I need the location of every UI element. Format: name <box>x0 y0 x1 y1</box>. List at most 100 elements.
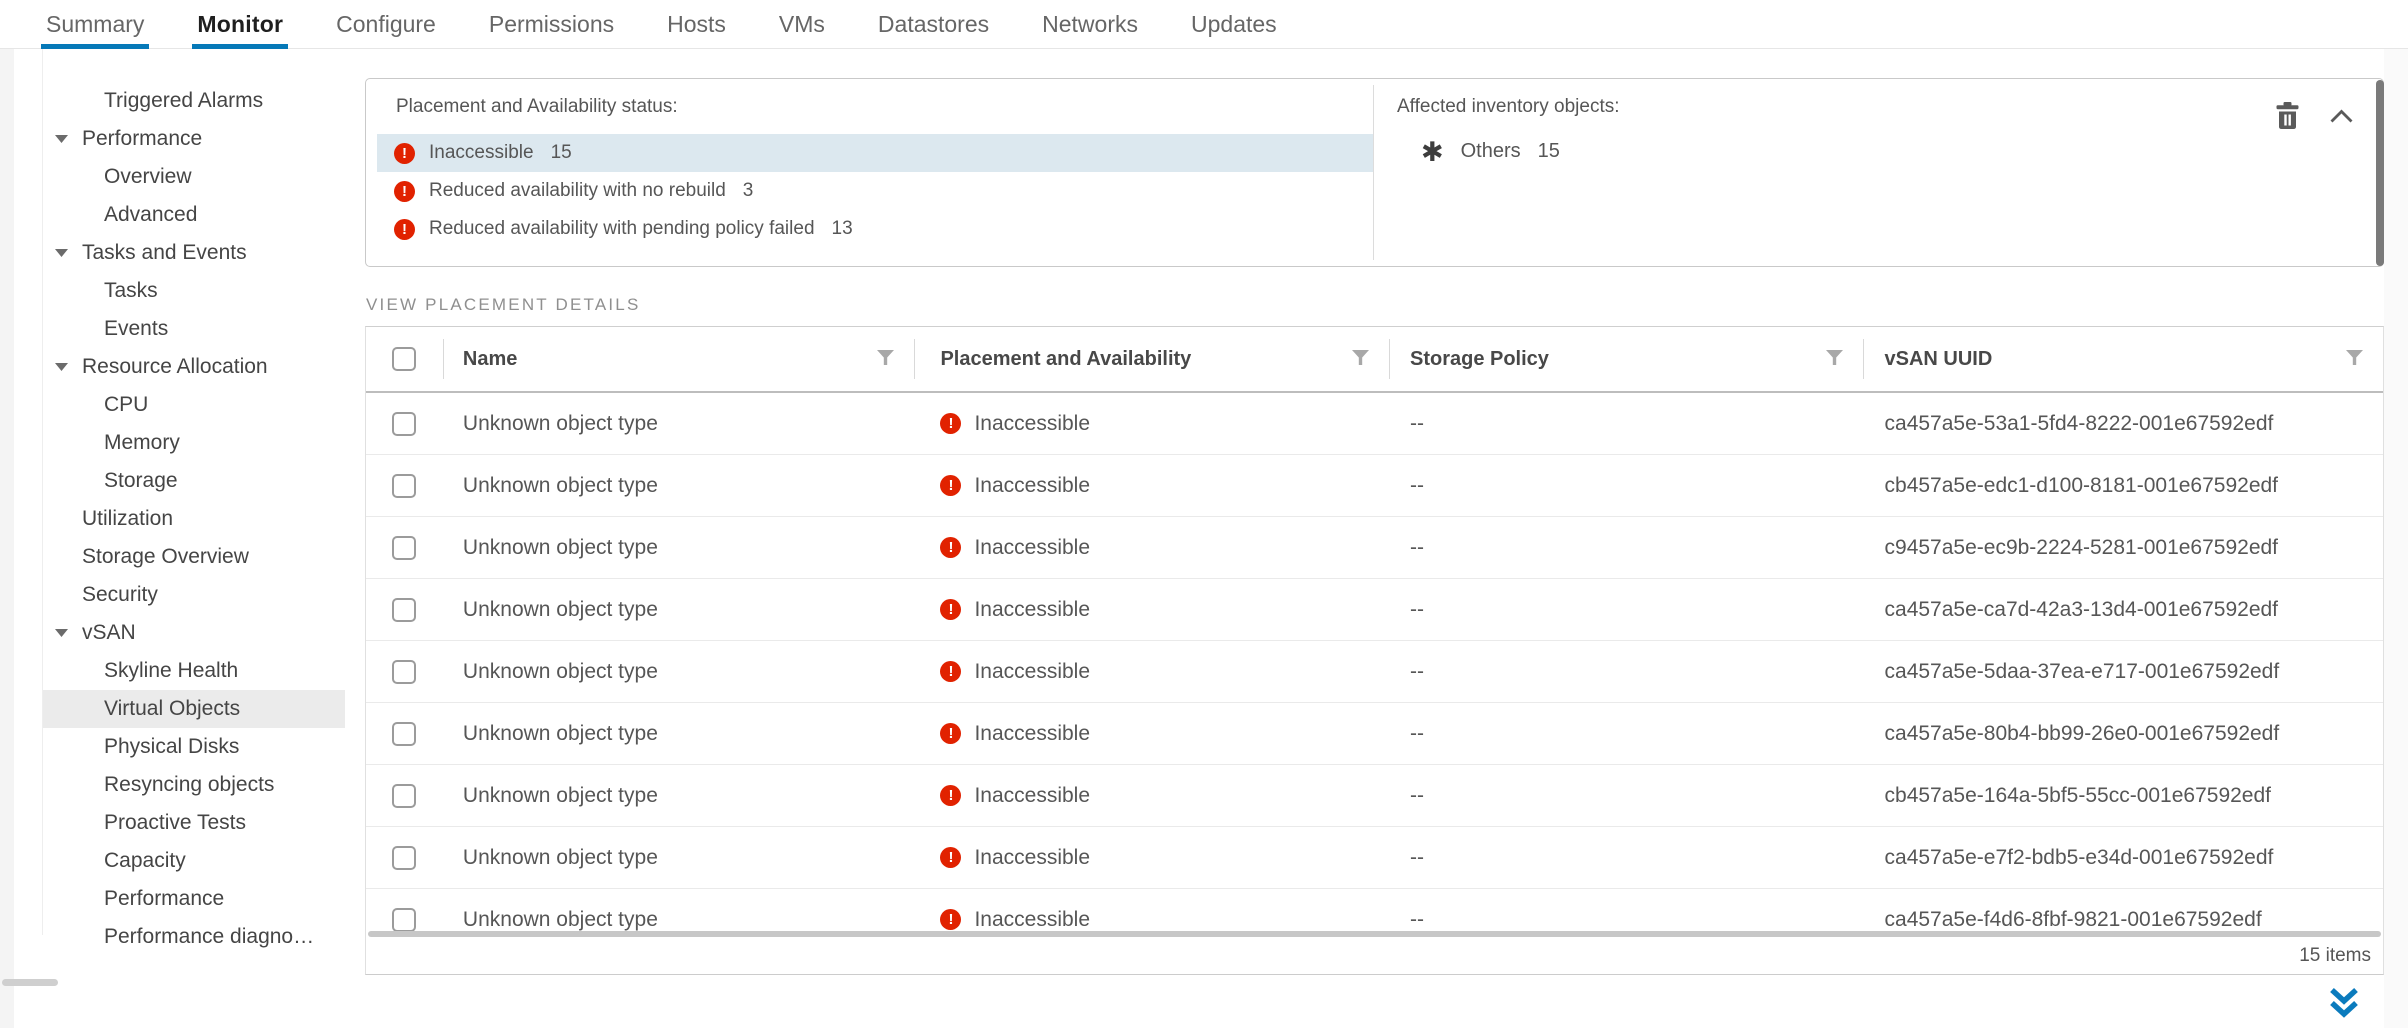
sidebar-item-triggered-alarms[interactable]: Triggered Alarms <box>42 82 345 120</box>
row-checkbox[interactable] <box>392 908 416 932</box>
error-icon <box>940 475 961 496</box>
placement-status-title: Placement and Availability status: <box>396 96 678 118</box>
tab-updates[interactable]: Updates <box>1191 0 1277 48</box>
storage-policy-cell: -- <box>1389 827 1863 888</box>
row-checkbox[interactable] <box>392 474 416 498</box>
column-header-storage-policy[interactable]: Storage Policy <box>1389 327 1863 391</box>
sidebar-item-capacity[interactable]: Capacity <box>42 842 345 880</box>
sidebar-item-resource-allocation[interactable]: Resource Allocation <box>42 348 345 386</box>
sidebar-item-utilization[interactable]: Utilization <box>42 500 345 538</box>
right-scrollbar-track[interactable] <box>2384 49 2408 1028</box>
sidebar-horizontal-scrollbar[interactable] <box>2 979 58 986</box>
caret-down-icon[interactable] <box>55 629 82 637</box>
sidebar-item-security[interactable]: Security <box>42 576 345 614</box>
sidebar-item-memory[interactable]: Memory <box>42 424 345 462</box>
placement-cell: Inaccessible <box>914 455 1389 516</box>
sidebar-item-cpu[interactable]: CPU <box>42 386 345 424</box>
tab-vms[interactable]: VMs <box>779 0 825 48</box>
table-row[interactable]: Unknown object typeInaccessible--cb457a5… <box>366 765 2383 827</box>
status-row-reduced-availability-with-no-rebuild[interactable]: Reduced availability with no rebuild3 <box>377 172 1373 210</box>
sidebar-item-label: CPU <box>104 393 148 417</box>
column-header-label: Placement and Availability <box>940 348 1339 371</box>
filter-icon[interactable] <box>877 348 894 371</box>
status-row-reduced-availability-with-pending-policy-failed[interactable]: Reduced availability with pending policy… <box>377 210 1373 248</box>
tab-configure[interactable]: Configure <box>336 0 436 48</box>
sidebar-item-skyline-health[interactable]: Skyline Health <box>42 652 345 690</box>
sidebar-item-performance[interactable]: Performance <box>42 880 345 918</box>
error-icon <box>394 219 415 240</box>
tab-summary[interactable]: Summary <box>46 0 144 48</box>
tab-monitor[interactable]: Monitor <box>197 0 283 48</box>
row-checkbox[interactable] <box>392 536 416 560</box>
tab-permissions[interactable]: Permissions <box>489 0 614 48</box>
table-row[interactable]: Unknown object typeInaccessible--c9457a5… <box>366 517 2383 579</box>
affected-others-row[interactable]: ✱ Others 15 <box>1421 138 1560 165</box>
name-cell: Unknown object type <box>443 703 915 764</box>
sidebar-item-storage-overview[interactable]: Storage Overview <box>42 538 345 576</box>
caret-down-icon[interactable] <box>55 135 82 143</box>
placement-cell: Inaccessible <box>914 641 1389 702</box>
table-row[interactable]: Unknown object typeInaccessible--cb457a5… <box>366 455 2383 517</box>
sidebar-item-storage[interactable]: Storage <box>42 462 345 500</box>
row-checkbox-cell <box>366 579 443 640</box>
row-checkbox[interactable] <box>392 846 416 870</box>
table-row[interactable]: Unknown object typeInaccessible--ca457a5… <box>366 703 2383 765</box>
status-label: Inaccessible <box>429 142 534 164</box>
sidebar-item-physical-disks[interactable]: Physical Disks <box>42 728 345 766</box>
filter-icon[interactable] <box>1352 348 1369 371</box>
placement-status-label: Inaccessible <box>974 660 1090 684</box>
error-icon <box>940 785 961 806</box>
row-checkbox-cell <box>366 703 443 764</box>
collapse-panel-button[interactable] <box>2328 108 2355 129</box>
tab-datastores[interactable]: Datastores <box>878 0 989 48</box>
sidebar-item-events[interactable]: Events <box>42 310 345 348</box>
row-checkbox[interactable] <box>392 412 416 436</box>
sidebar-item-virtual-objects[interactable]: Virtual Objects <box>42 690 345 728</box>
row-checkbox[interactable] <box>392 784 416 808</box>
sidebar-item-proactive-tests[interactable]: Proactive Tests <box>42 804 345 842</box>
column-header-name[interactable]: Name <box>443 327 915 391</box>
vertical-scrollbar-thumb[interactable] <box>2376 80 2384 266</box>
vsan-uuid-cell: ca457a5e-ca7d-42a3-13d4-001e67592edf <box>1863 579 2383 640</box>
sidebar-item-advanced[interactable]: Advanced <box>42 196 345 234</box>
sidebar-item-resyncing-objects[interactable]: Resyncing objects <box>42 766 345 804</box>
sidebar-item-performance[interactable]: Performance <box>42 120 345 158</box>
storage-policy-cell: -- <box>1389 641 1863 702</box>
row-checkbox[interactable] <box>392 660 416 684</box>
vsan-uuid-cell: cb457a5e-164a-5bf5-55cc-001e67592edf <box>1863 765 2383 826</box>
column-header-vsan-uuid[interactable]: vSAN UUID <box>1863 327 2383 391</box>
table-row[interactable]: Unknown object typeInaccessible--ca457a5… <box>366 641 2383 703</box>
row-checkbox[interactable] <box>392 598 416 622</box>
storage-policy-cell: -- <box>1389 455 1863 516</box>
status-count: 15 <box>551 142 572 164</box>
storage-policy-cell: -- <box>1389 393 1863 454</box>
scroll-to-bottom-button[interactable] <box>2326 986 2362 1022</box>
card-actions <box>2275 102 2355 135</box>
status-row-inaccessible[interactable]: Inaccessible 15 <box>377 134 1373 172</box>
sidebar-item-vsan[interactable]: vSAN <box>42 614 345 652</box>
placement-status-label: Inaccessible <box>974 722 1090 746</box>
vsan-uuid-cell: ca457a5e-53a1-5fd4-8222-001e67592edf <box>1863 393 2383 454</box>
sidebar-item-label: Advanced <box>104 203 197 227</box>
column-header-placement-and-availability[interactable]: Placement and Availability <box>914 327 1389 391</box>
sidebar-item-label: vSAN <box>82 621 136 645</box>
row-checkbox[interactable] <box>392 722 416 746</box>
row-checkbox-cell <box>366 827 443 888</box>
tab-networks[interactable]: Networks <box>1042 0 1138 48</box>
table-row[interactable]: Unknown object typeInaccessible--ca457a5… <box>366 579 2383 641</box>
table-row[interactable]: Unknown object typeInaccessible--ca457a5… <box>366 393 2383 455</box>
filter-icon[interactable] <box>2346 348 2363 371</box>
sidebar-item-overview[interactable]: Overview <box>42 158 345 196</box>
select-all-checkbox[interactable] <box>392 347 416 371</box>
sidebar-item-tasks-and-events[interactable]: Tasks and Events <box>42 234 345 272</box>
caret-down-icon[interactable] <box>55 249 82 257</box>
sidebar-item-label: Storage Overview <box>82 545 249 569</box>
caret-down-icon[interactable] <box>55 363 82 371</box>
filter-icon[interactable] <box>1826 348 1843 371</box>
tab-hosts[interactable]: Hosts <box>667 0 726 48</box>
table-row[interactable]: Unknown object typeInaccessible--ca457a5… <box>366 827 2383 889</box>
sidebar-item-tasks[interactable]: Tasks <box>42 272 345 310</box>
sidebar-item-performance-diagno[interactable]: Performance diagno… <box>42 918 345 956</box>
header-checkbox-cell <box>366 327 443 391</box>
delete-button[interactable] <box>2275 102 2300 135</box>
